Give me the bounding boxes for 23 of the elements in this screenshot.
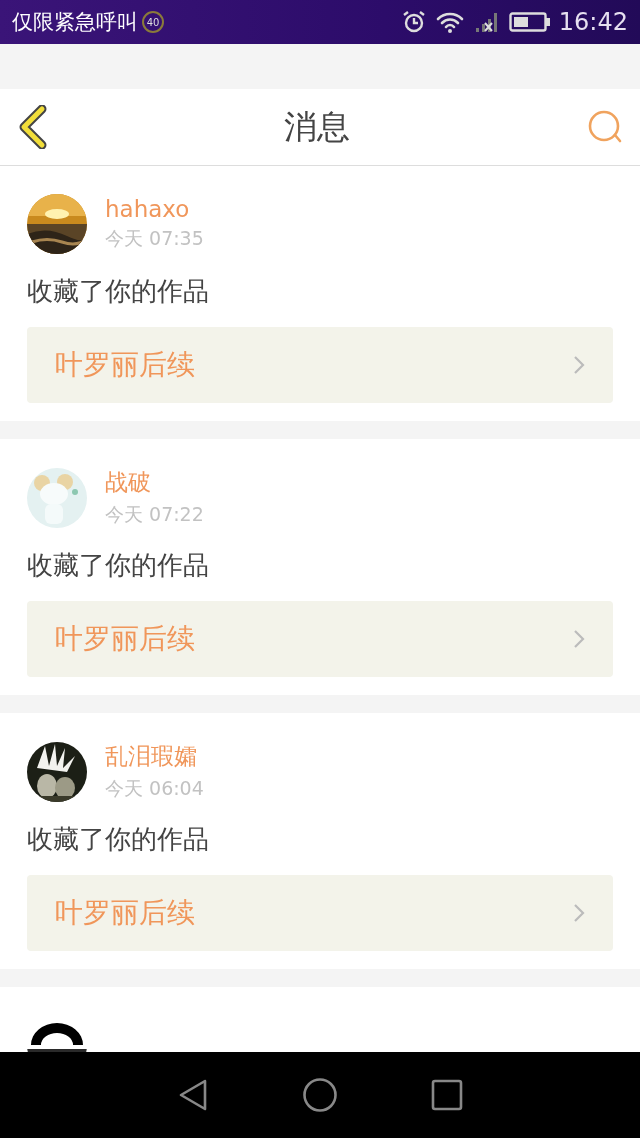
user-name[interactable]: 战破 <box>105 467 204 498</box>
home-nav-button[interactable] <box>302 1077 338 1113</box>
work-link[interactable]: 叶罗丽后续 <box>27 875 613 951</box>
work-link[interactable]: 叶罗丽后续 <box>27 601 613 677</box>
recent-apps-button[interactable] <box>431 1079 464 1111</box>
chevron-right-icon <box>573 355 585 375</box>
battery-icon <box>508 11 551 33</box>
work-link[interactable]: 叶罗丽后续 <box>27 327 613 403</box>
message-time: 今天 06:04 <box>105 776 204 801</box>
message-text: 收藏了你的作品 <box>27 275 210 308</box>
message-time: 今天 07:35 <box>105 226 204 251</box>
user-name[interactable]: 乱泪瑕孀 <box>105 741 204 772</box>
chevron-right-icon <box>573 629 585 649</box>
wifi-icon <box>434 10 465 34</box>
message-time: 今天 07:22 <box>105 502 204 527</box>
chevron-right-icon <box>573 903 585 923</box>
page-title: 消息 <box>284 105 350 148</box>
message-text: 收藏了你的作品 <box>27 549 210 582</box>
speed-badge: 40 <box>142 11 164 33</box>
message-text: 收藏了你的作品 <box>27 823 210 856</box>
clock-text: 16:42 <box>558 8 628 36</box>
carrier-text: 仅限紧急呼叫 <box>12 9 138 36</box>
user-name[interactable]: hahaxo <box>105 196 204 222</box>
